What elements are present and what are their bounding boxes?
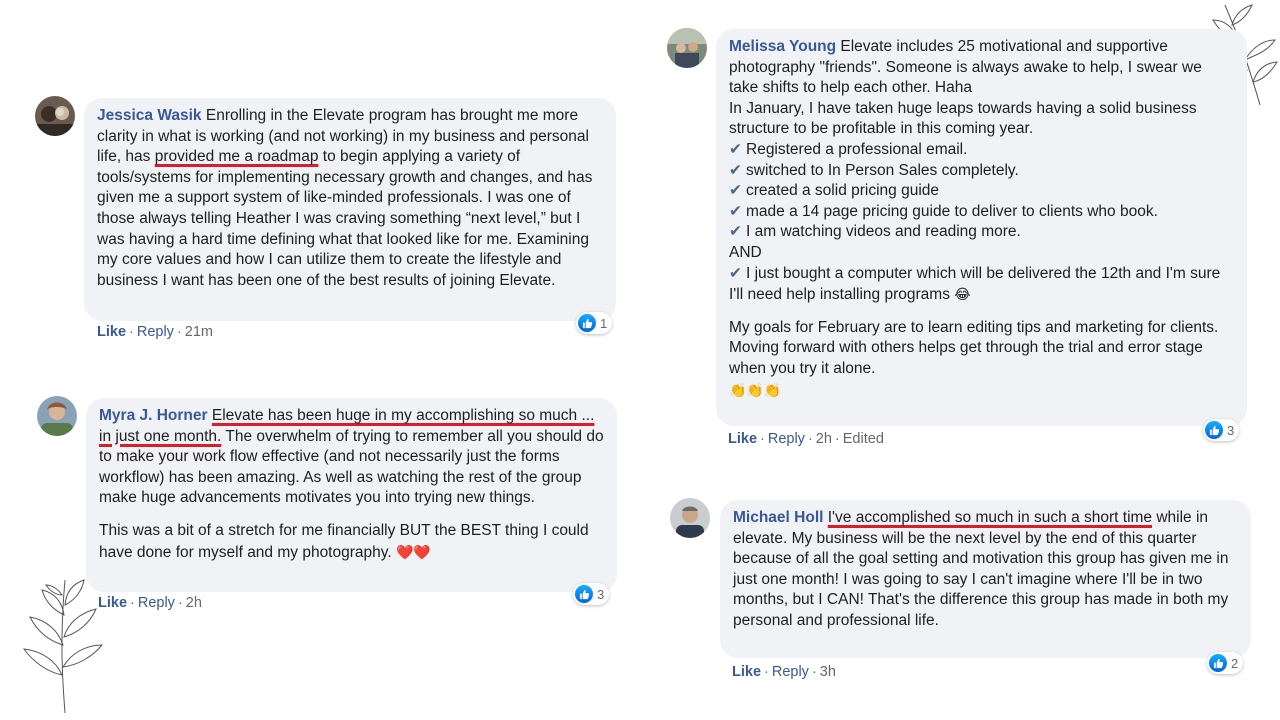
checklist-item: switched to In Person Sales completely.: [746, 161, 1019, 179]
leaf-sprig-decoration-bottom-left: [22, 579, 104, 714]
comment-bubble-jessica-wasik: Jessica Wasik Enrolling in the Elevate p…: [84, 98, 616, 321]
comment-timestamp[interactable]: 3h: [820, 664, 836, 680]
comment-text: In January, I have taken huge leaps towa…: [729, 99, 1197, 138]
reply-button[interactable]: Reply: [137, 324, 174, 340]
reaction-count: 3: [1227, 422, 1235, 438]
comment-bubble-michael-holl: Michael Holl I've accomplished so much i…: [720, 500, 1251, 658]
like-button[interactable]: Like: [728, 431, 757, 447]
thumbs-up-icon: [578, 314, 596, 332]
edited-label[interactable]: Edited: [843, 431, 884, 447]
like-button[interactable]: Like: [98, 595, 127, 611]
checklist-item: I just bought a computer which will be d…: [729, 264, 1221, 304]
avatar-jessica-wasik[interactable]: [35, 96, 75, 136]
like-button[interactable]: Like: [97, 324, 126, 340]
comment-author-name[interactable]: Jessica Wasik: [97, 107, 202, 124]
comment-author-name[interactable]: Michael Holl: [733, 509, 823, 526]
thumbs-up-icon: [1205, 421, 1223, 439]
comment-text: Moving forward with others helps get thr…: [729, 339, 1203, 377]
comment-text: AND: [729, 243, 762, 261]
checklist-item: made a 14 page pricing guide to deliver …: [746, 202, 1158, 220]
checklist-item: created a solid pricing guide: [746, 182, 940, 200]
checkmark-icon: ✔: [729, 182, 742, 200]
comment-text-underlined: provided me a roadmap: [154, 148, 319, 166]
comment-actions: Like · Reply · 2h · Edited: [728, 431, 884, 447]
separator-dot: ·: [811, 664, 817, 680]
avatar-myra-j-horner[interactable]: [37, 396, 77, 436]
heart-emoji-icon: ❤️❤️: [395, 543, 431, 560]
separator-dot: ·: [129, 324, 134, 340]
comment-author-name[interactable]: Myra J. Horner: [99, 407, 208, 424]
comment-author-name[interactable]: Melissa Young: [729, 38, 836, 55]
avatar-michael-holl[interactable]: [670, 498, 710, 538]
comment-text: This was a bit of a stretch for me finan…: [99, 521, 589, 561]
checkmark-icon: ✔: [729, 140, 742, 158]
like-button[interactable]: Like: [732, 664, 761, 680]
checklist-item: Registered a professional email.: [746, 140, 968, 158]
separator-dot: ·: [807, 431, 813, 447]
reaction-count: 1: [600, 315, 608, 331]
reaction-count-badge[interactable]: 3: [573, 583, 610, 605]
thumbs-up-icon: [575, 585, 593, 603]
comment-actions: Like · Reply · 21m: [97, 324, 213, 340]
separator-dot: ·: [760, 431, 765, 447]
comment-timestamp[interactable]: 2h: [186, 595, 202, 611]
comment-bubble-myra-j-horner: Myra J. Horner Elevate has been huge in …: [86, 398, 617, 592]
separator-dot: ·: [764, 664, 769, 680]
reaction-count-badge[interactable]: 2: [1207, 652, 1244, 674]
reaction-count-badge[interactable]: 1: [576, 312, 613, 334]
laughing-emoji-icon: 😂: [954, 286, 971, 303]
separator-dot: ·: [130, 595, 135, 611]
comment-bubble-melissa-young: Melissa Young Elevate includes 25 motiva…: [716, 29, 1247, 426]
checkmark-icon: ✔: [729, 264, 742, 282]
reaction-count: 2: [1231, 655, 1239, 671]
comment-timestamp[interactable]: 2h: [816, 431, 832, 447]
comment-actions: Like · Reply · 3h: [732, 664, 836, 680]
comment-text: to begin applying a variety of tools/sys…: [97, 148, 593, 289]
separator-dot: ·: [177, 595, 183, 611]
separator-dot: ·: [176, 324, 182, 340]
comment-text-underlined: I've accomplished so much in such a shor…: [827, 509, 1153, 526]
checkmark-icon: ✔: [729, 161, 742, 179]
reaction-count-badge[interactable]: 3: [1203, 419, 1240, 441]
separator-dot: ·: [834, 431, 840, 447]
comment-text: My goals for February are to learn editi…: [729, 318, 1219, 336]
checklist-item: I am watching videos and reading more.: [746, 223, 1021, 241]
checkmark-icon: ✔: [729, 202, 742, 220]
reply-button[interactable]: Reply: [768, 431, 805, 447]
comment-timestamp[interactable]: 21m: [185, 324, 213, 340]
thumbs-up-icon: [1209, 654, 1227, 672]
reply-button[interactable]: Reply: [138, 595, 175, 611]
reaction-count: 3: [597, 586, 605, 602]
checkmark-icon: ✔: [729, 223, 742, 241]
reply-button[interactable]: Reply: [772, 664, 809, 680]
comment-text: while in elevate. My business will be th…: [733, 509, 1229, 629]
avatar-melissa-young[interactable]: [667, 28, 707, 68]
clapping-hands-emoji-icon: 👏👏👏: [729, 381, 782, 398]
comment-actions: Like · Reply · 2h: [98, 595, 202, 611]
